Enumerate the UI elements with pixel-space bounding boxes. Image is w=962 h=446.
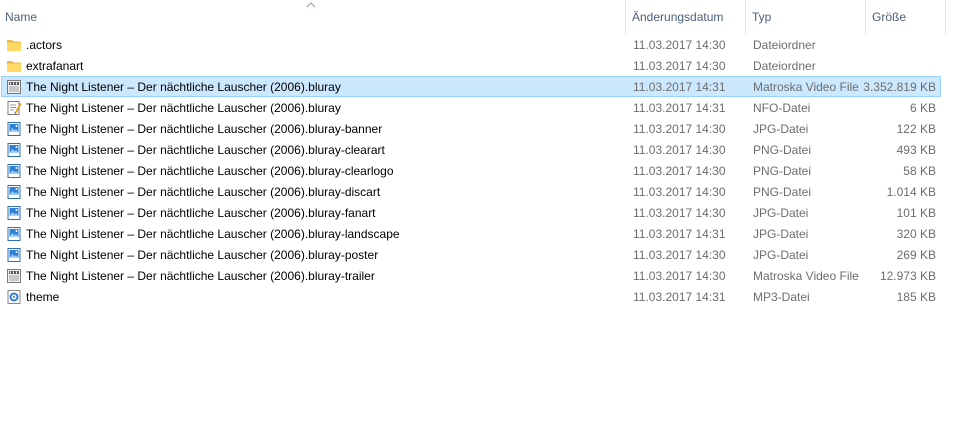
file-row[interactable]: The Night Listener – Der nächtliche Laus…	[1, 139, 941, 160]
file-date: 11.03.2017 14:30	[633, 122, 726, 136]
file-size: 269 KB	[896, 248, 936, 262]
file-name: theme	[26, 290, 60, 304]
file-size: 58 KB	[903, 164, 936, 178]
folder-icon	[6, 37, 22, 53]
file-size: 320 KB	[896, 227, 936, 241]
column-header-date[interactable]: Änderungsdatum	[626, 0, 744, 34]
image-file-icon	[6, 121, 22, 137]
file-row[interactable]: theme 11.03.2017 14:31 MP3-Datei 185 KB	[1, 286, 941, 307]
file-type: JPG-Datei	[753, 206, 809, 220]
file-size: 1.014 KB	[886, 185, 936, 199]
video-file-icon	[6, 268, 22, 284]
file-name: The Night Listener – Der nächtliche Laus…	[26, 122, 383, 136]
file-size: 6 KB	[909, 101, 936, 115]
file-date: 11.03.2017 14:30	[633, 206, 726, 220]
file-row[interactable]: The Night Listener – Der nächtliche Laus…	[1, 160, 941, 181]
file-name: The Night Listener – Der nächtliche Laus…	[26, 185, 381, 199]
file-date: 11.03.2017 14:30	[633, 248, 726, 262]
file-row[interactable]: The Night Listener – Der nächtliche Laus…	[1, 244, 941, 265]
file-row[interactable]: The Night Listener – Der nächtliche Laus…	[1, 97, 941, 118]
file-type: MP3-Datei	[753, 290, 810, 304]
column-header-name[interactable]: Name	[0, 0, 624, 34]
file-size: 493 KB	[896, 143, 936, 157]
file-date: 11.03.2017 14:30	[633, 59, 726, 73]
file-row[interactable]: The Night Listener – Der nächtliche Laus…	[1, 118, 941, 139]
file-row[interactable]: The Night Listener – Der nächtliche Laus…	[1, 76, 941, 97]
file-name: The Night Listener – Der nächtliche Laus…	[26, 143, 385, 157]
file-row[interactable]: The Night Listener – Der nächtliche Laus…	[1, 181, 941, 202]
file-size: 101 KB	[896, 206, 936, 220]
file-size: 122 KB	[896, 122, 936, 136]
column-header-size-label: Größe	[872, 10, 907, 24]
file-name: The Night Listener – Der nächtliche Laus…	[26, 164, 394, 178]
file-type: JPG-Datei	[753, 227, 809, 241]
file-size: 185 KB	[896, 290, 936, 304]
file-type: Matroska Video File	[753, 269, 859, 283]
image-file-icon	[6, 142, 22, 158]
file-date: 11.03.2017 14:30	[633, 164, 726, 178]
file-row[interactable]: .actors 11.03.2017 14:30 Dateiordner	[1, 34, 941, 55]
image-file-icon	[6, 184, 22, 200]
file-row[interactable]: The Night Listener – Der nächtliche Laus…	[1, 265, 941, 286]
file-type: JPG-Datei	[753, 122, 809, 136]
file-name: The Night Listener – Der nächtliche Laus…	[26, 80, 341, 94]
column-header-name-label: Name	[5, 10, 38, 24]
file-name: The Night Listener – Der nächtliche Laus…	[26, 101, 341, 115]
file-type: Dateiordner	[753, 38, 816, 52]
file-date: 11.03.2017 14:31	[633, 290, 726, 304]
column-header-type-label: Typ	[752, 10, 772, 24]
file-type: NFO-Datei	[753, 101, 811, 115]
file-date: 11.03.2017 14:31	[633, 227, 726, 241]
file-name: The Night Listener – Der nächtliche Laus…	[26, 269, 375, 283]
file-type: PNG-Datei	[753, 164, 812, 178]
file-row[interactable]: The Night Listener – Der nächtliche Laus…	[1, 223, 941, 244]
file-row[interactable]: The Night Listener – Der nächtliche Laus…	[1, 202, 941, 223]
image-file-icon	[6, 226, 22, 242]
file-type: JPG-Datei	[753, 248, 809, 262]
column-header-size[interactable]: Größe	[866, 0, 944, 34]
file-date: 11.03.2017 14:31	[633, 80, 726, 94]
file-size: 12.973 KB	[879, 269, 936, 283]
file-name: The Night Listener – Der nächtliche Laus…	[26, 206, 376, 220]
nfo-file-icon	[6, 100, 22, 116]
column-divider[interactable]	[945, 0, 946, 34]
column-header-type[interactable]: Typ	[746, 0, 864, 34]
file-type: Dateiordner	[753, 59, 816, 73]
file-size: 3.352.819 KB	[863, 80, 936, 94]
image-file-icon	[6, 247, 22, 263]
sort-ascending-icon	[306, 2, 316, 8]
file-name: The Night Listener – Der nächtliche Laus…	[26, 227, 400, 241]
folder-icon	[6, 58, 22, 74]
video-file-icon	[6, 79, 22, 95]
image-file-icon	[6, 205, 22, 221]
file-type: PNG-Datei	[753, 143, 812, 157]
column-header: Name Änderungsdatum Typ Größe	[0, 0, 946, 34]
file-type: Matroska Video File	[753, 80, 859, 94]
audio-file-icon	[6, 289, 22, 305]
column-header-date-label: Änderungsdatum	[632, 10, 724, 24]
file-date: 11.03.2017 14:30	[633, 269, 726, 283]
file-date: 11.03.2017 14:30	[633, 185, 726, 199]
image-file-icon	[6, 163, 22, 179]
file-date: 11.03.2017 14:30	[633, 38, 726, 52]
file-name: The Night Listener – Der nächtliche Laus…	[26, 248, 379, 262]
file-name: .actors	[26, 38, 63, 52]
file-row[interactable]: extrafanart 11.03.2017 14:30 Dateiordner	[1, 55, 941, 76]
file-date: 11.03.2017 14:31	[633, 101, 726, 115]
file-date: 11.03.2017 14:30	[633, 143, 726, 157]
file-name: extrafanart	[26, 59, 84, 73]
file-type: PNG-Datei	[753, 185, 812, 199]
